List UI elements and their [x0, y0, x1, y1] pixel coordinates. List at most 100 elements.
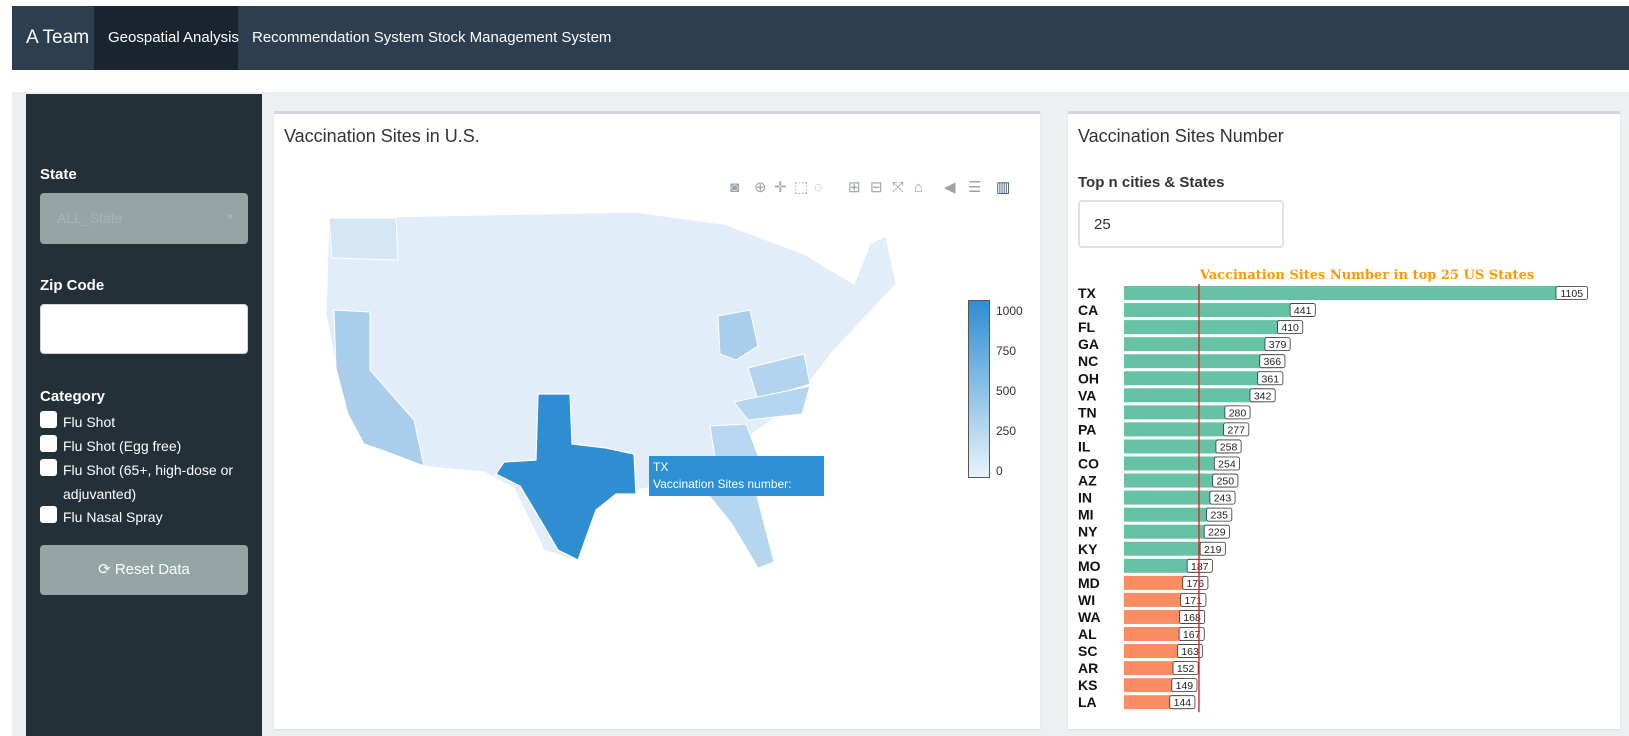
sidebar-panel: State ALL_State ▾ Zip Code Category Flu … — [26, 94, 262, 736]
checkbox[interactable] — [40, 459, 57, 476]
category-label: TN — [1078, 404, 1097, 420]
category-label: MD — [1078, 575, 1100, 591]
category-label: AR — [1078, 660, 1098, 676]
data-label: 167 — [1183, 629, 1201, 641]
map-colorbar — [968, 300, 990, 478]
category-option-label: Flu Shot (Egg free) — [63, 438, 182, 454]
category-label: Category — [40, 388, 106, 405]
category-label: IN — [1078, 490, 1092, 506]
data-label: 342 — [1254, 390, 1272, 402]
data-label: 187 — [1191, 561, 1209, 573]
category-option-label: Flu Nasal Spray — [63, 509, 163, 525]
bar-chart-panel: Vaccination Sites Number Top n cities & … — [1068, 111, 1620, 729]
reset-data-button[interactable]: ⟳ Reset Data — [40, 545, 248, 595]
zip-code-label: Zip Code — [40, 277, 105, 294]
us-map-outline — [325, 211, 897, 569]
category-label: LA — [1078, 694, 1097, 710]
top-n-label: Top n cities & States — [1078, 174, 1225, 191]
data-label: 1105 — [1560, 288, 1583, 300]
category-label: NY — [1078, 524, 1098, 540]
tab-stock-management-system[interactable]: Stock Management System — [414, 6, 625, 70]
category-label: CA — [1078, 302, 1098, 318]
bar-panel-title: Vaccination Sites Number — [1078, 126, 1284, 146]
bar-tn — [1124, 405, 1238, 420]
bar-co — [1124, 456, 1227, 471]
bar-pa — [1124, 422, 1237, 437]
data-label: 410 — [1281, 322, 1299, 334]
bar-in — [1124, 490, 1223, 505]
checkbox[interactable] — [40, 506, 57, 523]
state-wa[interactable] — [328, 217, 399, 261]
data-label: 229 — [1208, 527, 1226, 539]
data-label: 441 — [1294, 305, 1312, 317]
us-choropleth-map — [325, 211, 897, 569]
bar-va — [1124, 388, 1263, 403]
category-label: TX — [1078, 285, 1097, 301]
data-label: 250 — [1217, 476, 1235, 488]
bar-az — [1124, 473, 1226, 488]
checkbox[interactable] — [40, 435, 57, 452]
data-label: 149 — [1176, 680, 1194, 692]
data-label: 144 — [1174, 697, 1192, 709]
data-label: 235 — [1210, 510, 1228, 522]
category-label: AL — [1078, 626, 1097, 642]
category-label: CO — [1078, 456, 1099, 472]
category-label: MO — [1078, 558, 1101, 574]
category-label: AZ — [1078, 473, 1097, 489]
category-label: SC — [1078, 643, 1097, 659]
category-label: VA — [1078, 387, 1096, 403]
tooltip-state: TX — [653, 460, 669, 474]
colorbar-tick: 0 — [996, 464, 1003, 478]
category-option-label: Flu Shot (65+, high-dose or adjuvanted) — [63, 462, 234, 502]
state-label: State — [40, 166, 77, 183]
data-label: 219 — [1204, 544, 1222, 556]
colorbar-tick: 750 — [996, 344, 1017, 358]
data-label: 243 — [1214, 493, 1232, 505]
category-option-flu-shot-65-plus[interactable]: Flu Shot (65+, high-dose or adjuvanted) — [40, 458, 255, 504]
category-label: FL — [1078, 319, 1096, 335]
category-option-label: Flu Shot — [63, 414, 116, 430]
map-hover-tooltip: TX Vaccination Sites number: 1105 — [649, 456, 824, 508]
state-select[interactable]: ALL_State ▾ — [40, 193, 248, 244]
category-option-flu-nasal-spray[interactable]: Flu Nasal Spray — [40, 505, 255, 527]
state-select-value: ALL_State — [57, 210, 123, 226]
bar-oh — [1124, 371, 1271, 386]
chevron-down-icon: ▾ — [227, 211, 233, 223]
category-label: PA — [1078, 421, 1096, 437]
category-label: IL — [1078, 438, 1091, 454]
bar-ga — [1124, 337, 1278, 352]
category-option-flu-shot[interactable]: Flu Shot — [40, 410, 255, 432]
reset-data-label: Reset Data — [114, 561, 190, 578]
app-root: A Team Geospatial Analysis Recommendatio… — [0, 0, 1629, 736]
data-label: 379 — [1269, 339, 1287, 351]
tooltip-value: Vaccination Sites number: 1105 — [653, 477, 792, 508]
bar-tx — [1124, 286, 1572, 300]
brand-title[interactable]: A Team — [26, 6, 89, 70]
bar-ca — [1124, 303, 1303, 318]
tab-geospatial-analysis[interactable]: Geospatial Analysis — [94, 6, 239, 70]
bar-il — [1124, 439, 1229, 454]
category-label: OH — [1078, 370, 1099, 386]
map-panel: Vaccination Sites in U.S. ◙ ⊕ ✛ ⬚ ◌ ⊞ ⊟ … — [274, 111, 1040, 729]
category-label: MI — [1078, 507, 1094, 523]
bar-chart-title: Vaccination Sites Number in top 25 US St… — [1199, 268, 1534, 283]
category-option-flu-shot-egg-free[interactable]: Flu Shot (Egg free) — [40, 434, 255, 456]
category-label: GA — [1078, 336, 1099, 352]
category-label: KY — [1078, 541, 1098, 557]
data-label: 254 — [1218, 459, 1236, 471]
top-n-input[interactable] — [1078, 200, 1284, 248]
bar-nc — [1124, 354, 1273, 369]
data-label: 163 — [1181, 646, 1199, 658]
colorbar-tick: 250 — [996, 424, 1017, 438]
zip-code-input[interactable] — [40, 304, 248, 354]
colorbar-tick: 500 — [996, 384, 1017, 398]
refresh-icon: ⟳ — [98, 561, 111, 578]
data-label: 152 — [1177, 663, 1195, 675]
category-label: KS — [1078, 677, 1097, 693]
tab-recommendation-system[interactable]: Recommendation System — [238, 6, 438, 70]
checkbox[interactable] — [40, 411, 57, 428]
data-label: 176 — [1187, 578, 1205, 590]
data-label: 361 — [1262, 373, 1280, 385]
data-label: 258 — [1220, 441, 1238, 453]
category-label: WI — [1078, 592, 1095, 608]
